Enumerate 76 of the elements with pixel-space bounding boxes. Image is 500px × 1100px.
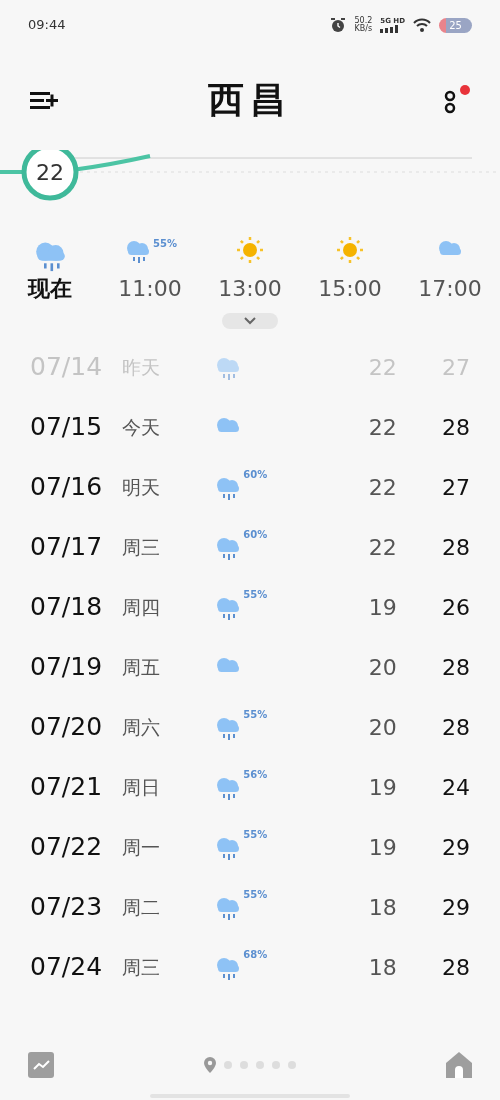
page-dot[interactable] bbox=[256, 1061, 264, 1069]
date-label: 07/17 bbox=[30, 531, 104, 564]
weekday-label: 周四 bbox=[121, 594, 161, 620]
add-list-icon[interactable] bbox=[30, 89, 58, 111]
date-label: 07/21 bbox=[30, 771, 104, 804]
date-label: 07/23 bbox=[30, 891, 104, 924]
hour-label: 17:00 bbox=[418, 275, 482, 303]
weekday-label: 明天 bbox=[121, 474, 161, 500]
low-temperature: 22 bbox=[367, 413, 397, 442]
hour-label: 13:00 bbox=[218, 275, 282, 303]
high-temperature: 29 bbox=[441, 893, 470, 922]
low-temperature: 19 bbox=[367, 773, 397, 802]
high-temperature: 27 bbox=[441, 473, 470, 502]
status-time: 09:44 bbox=[28, 16, 66, 35]
page-dot[interactable] bbox=[288, 1061, 296, 1069]
low-temperature: 19 bbox=[367, 833, 397, 862]
low-temperature: 20 bbox=[367, 713, 397, 742]
more-options-icon[interactable] bbox=[442, 85, 470, 115]
precipitation-chance: 55% bbox=[243, 888, 268, 902]
low-temperature: 22 bbox=[367, 533, 397, 562]
hour-label: 11:00 bbox=[118, 275, 182, 303]
page-dot[interactable] bbox=[224, 1061, 232, 1069]
high-temperature: 28 bbox=[441, 953, 470, 982]
precipitation-chance: 60% bbox=[243, 528, 268, 542]
trend-chart-icon[interactable] bbox=[28, 1052, 54, 1078]
high-temperature: 24 bbox=[441, 773, 470, 802]
battery-indicator: 25 bbox=[439, 17, 472, 33]
high-temperature: 28 bbox=[441, 713, 470, 742]
weekday-label: 周五 bbox=[121, 654, 161, 680]
city-title: 西昌 bbox=[208, 78, 292, 122]
hour-label: 15:00 bbox=[318, 275, 382, 303]
weekday-label: 今天 bbox=[121, 414, 161, 440]
date-label: 07/22 bbox=[30, 831, 104, 864]
low-temperature: 20 bbox=[367, 653, 397, 682]
wifi-icon bbox=[413, 18, 431, 32]
sun-icon bbox=[335, 236, 365, 264]
page-dot[interactable] bbox=[240, 1061, 248, 1069]
date-label: 07/15 bbox=[30, 411, 104, 444]
expand-button[interactable] bbox=[222, 313, 278, 329]
page-dot[interactable] bbox=[272, 1061, 280, 1069]
hour-label: 现在 bbox=[28, 275, 72, 303]
weekday-label: 周日 bbox=[121, 774, 161, 800]
precipitation-chance: 55% bbox=[243, 828, 268, 842]
low-temperature: 18 bbox=[367, 893, 397, 922]
weekday-label: 周三 bbox=[121, 534, 161, 560]
chevron-down-icon bbox=[244, 317, 256, 325]
low-temperature: 18 bbox=[367, 953, 397, 982]
temperature-label: 22 bbox=[36, 158, 64, 187]
weekday-label: 周一 bbox=[121, 834, 161, 860]
precipitation-chance: 56% bbox=[243, 768, 268, 782]
date-label: 07/19 bbox=[30, 651, 104, 684]
precipitation-chance: 55% bbox=[153, 237, 177, 251]
high-temperature: 28 bbox=[441, 533, 470, 562]
network-speed: 50.2 bbox=[354, 17, 373, 25]
low-temperature: 22 bbox=[367, 473, 397, 502]
date-label: 07/24 bbox=[30, 951, 104, 984]
date-label: 07/20 bbox=[30, 711, 104, 744]
high-temperature: 28 bbox=[441, 653, 470, 682]
date-label: 07/16 bbox=[30, 471, 104, 504]
sun-icon bbox=[235, 236, 265, 264]
weekday-label: 周三 bbox=[121, 954, 161, 980]
alarm-clock-icon bbox=[330, 17, 347, 33]
low-temperature: 19 bbox=[367, 593, 397, 622]
high-temperature: 29 bbox=[441, 833, 470, 862]
high-temperature: 28 bbox=[441, 413, 470, 442]
weekday-label: 周六 bbox=[121, 714, 161, 740]
location-pin-icon[interactable] bbox=[204, 1057, 216, 1073]
precipitation-chance: 55% bbox=[243, 708, 268, 722]
date-label: 07/18 bbox=[30, 591, 104, 624]
precipitation-chance: 60% bbox=[243, 468, 268, 482]
home-icon[interactable] bbox=[446, 1052, 472, 1078]
weekday-label: 周二 bbox=[121, 894, 161, 920]
high-temperature: 26 bbox=[441, 593, 470, 622]
precipitation-chance: 68% bbox=[243, 948, 268, 962]
speed-unit: KB/s bbox=[354, 25, 373, 33]
precipitation-chance: 55% bbox=[243, 588, 268, 602]
